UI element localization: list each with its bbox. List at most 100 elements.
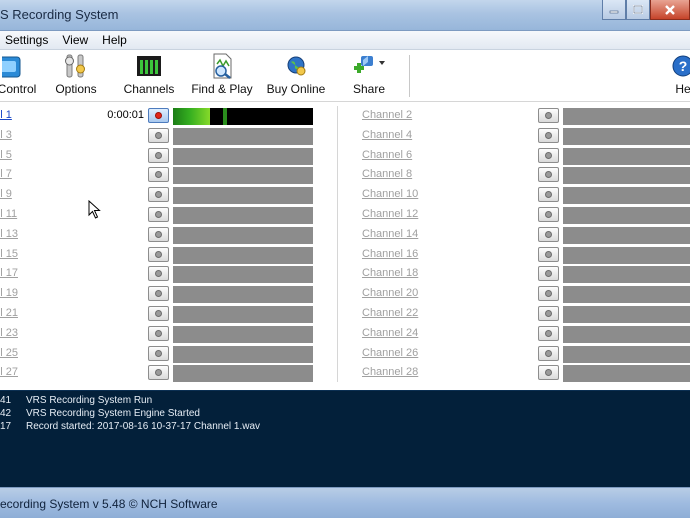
close-icon xyxy=(665,4,675,15)
channel-row: Channel 28 xyxy=(0,362,690,383)
control-icon xyxy=(2,52,32,80)
record-button[interactable] xyxy=(538,167,559,183)
record-icon xyxy=(545,171,552,179)
help-button[interactable]: ? He xyxy=(670,52,690,100)
channel-name-link[interactable]: Channel 20 xyxy=(362,287,418,299)
record-button[interactable] xyxy=(538,266,559,282)
level-meter xyxy=(563,226,690,244)
record-icon xyxy=(545,151,552,159)
channel-row: Channel 8 xyxy=(0,164,690,185)
channel-row: Channel 18 xyxy=(0,263,690,284)
channel-row: Channel 2 xyxy=(0,105,690,125)
maximize-icon xyxy=(633,5,643,14)
level-meter xyxy=(563,108,690,125)
record-icon xyxy=(545,270,552,278)
channel-name-link[interactable]: Channel 22 xyxy=(362,307,418,319)
channel-row: Channel 14 xyxy=(0,224,690,244)
channels-icon xyxy=(136,52,162,80)
channel-name-link[interactable]: Channel 10 xyxy=(362,188,418,200)
record-button[interactable] xyxy=(538,345,559,361)
help-icon: ? xyxy=(671,52,690,80)
record-button[interactable] xyxy=(538,127,559,143)
buy-online-button[interactable]: Buy Online xyxy=(263,52,329,100)
level-meter xyxy=(563,147,690,165)
toolbar-separator xyxy=(409,55,410,97)
level-meter xyxy=(563,167,690,185)
channel-row: Channel 24 xyxy=(0,323,690,343)
toolbar: Control Options Channels Find & Play Buy… xyxy=(0,50,690,102)
channel-name-link[interactable]: Channel 18 xyxy=(362,267,418,279)
level-meter xyxy=(563,246,690,264)
status-bar: ecording System v 5.48 © NCH Software xyxy=(0,487,690,518)
channel-name-link[interactable]: Channel 4 xyxy=(362,129,412,141)
record-button[interactable] xyxy=(538,325,559,341)
channel-name-link[interactable]: Channel 16 xyxy=(362,248,418,260)
record-icon xyxy=(545,349,552,357)
control-button[interactable]: Control xyxy=(0,52,39,100)
channel-row: Channel 4 xyxy=(0,125,690,145)
channel-name-link[interactable]: Channel 2 xyxy=(362,109,412,121)
status-text: ecording System v 5.48 © NCH Software xyxy=(0,497,218,511)
channel-panel: nel 10:00:01nel 3nel 5nel 7nel 9nel 11ne… xyxy=(0,102,690,390)
channel-name-link[interactable]: Channel 24 xyxy=(362,327,418,339)
channel-row: Channel 6 xyxy=(0,145,690,165)
maximize-button[interactable] xyxy=(626,0,650,20)
mouse-cursor-icon xyxy=(88,200,101,219)
share-icon xyxy=(349,52,389,80)
record-icon xyxy=(545,112,552,119)
channel-name-link[interactable]: Channel 8 xyxy=(362,168,412,180)
record-button[interactable] xyxy=(538,187,559,203)
record-icon xyxy=(545,211,552,218)
record-icon xyxy=(545,310,552,317)
minimize-button[interactable] xyxy=(602,0,626,20)
buy-online-icon xyxy=(284,52,308,80)
level-meter xyxy=(563,286,690,304)
record-button[interactable] xyxy=(538,226,559,242)
event-log: 41 VRS Recording System Run 42 VRS Recor… xyxy=(0,390,690,487)
record-icon xyxy=(545,191,552,199)
share-button[interactable]: Share xyxy=(346,52,392,100)
menu-help[interactable]: Help xyxy=(95,33,134,47)
record-button[interactable] xyxy=(538,207,559,222)
record-button[interactable] xyxy=(538,365,559,381)
record-button[interactable] xyxy=(538,286,559,302)
channel-name-link[interactable]: Channel 26 xyxy=(362,347,418,359)
channel-name-link[interactable]: Channel 12 xyxy=(362,208,418,220)
options-icon xyxy=(61,52,91,80)
record-icon xyxy=(545,329,552,337)
channel-name-link[interactable]: Channel 6 xyxy=(362,149,412,161)
channel-name-link[interactable]: Channel 14 xyxy=(362,228,418,240)
title-bar: S Recording System xyxy=(0,0,690,31)
record-icon xyxy=(545,290,552,298)
level-meter xyxy=(563,365,690,383)
menu-bar: Settings View Help xyxy=(0,31,690,50)
find-play-icon xyxy=(208,52,236,80)
level-meter xyxy=(563,325,690,343)
record-button[interactable] xyxy=(538,108,559,123)
level-meter xyxy=(563,266,690,284)
record-icon xyxy=(545,131,552,139)
level-meter xyxy=(563,207,690,224)
window-controls xyxy=(602,0,690,20)
channel-row: Channel 16 xyxy=(0,244,690,264)
level-meter xyxy=(563,187,690,205)
channels-button[interactable]: Channels xyxy=(121,52,177,100)
menu-view[interactable]: View xyxy=(55,33,95,47)
level-meter xyxy=(563,127,690,145)
window-title: S Recording System xyxy=(0,7,119,22)
level-meter xyxy=(563,345,690,363)
channel-row: Channel 20 xyxy=(0,283,690,304)
record-button[interactable] xyxy=(538,246,559,262)
close-button[interactable] xyxy=(650,0,690,20)
record-button[interactable] xyxy=(538,147,559,163)
channel-row: Channel 22 xyxy=(0,303,690,323)
record-button[interactable] xyxy=(538,306,559,321)
channel-row: Channel 12 xyxy=(0,204,690,224)
record-icon xyxy=(545,369,552,377)
options-button[interactable]: Options xyxy=(51,52,101,100)
menu-settings[interactable]: Settings xyxy=(0,33,55,47)
channel-row: Channel 26 xyxy=(0,343,690,363)
find-play-button[interactable]: Find & Play xyxy=(189,52,255,100)
minimize-icon xyxy=(609,10,619,13)
channel-name-link[interactable]: Channel 28 xyxy=(362,366,418,378)
